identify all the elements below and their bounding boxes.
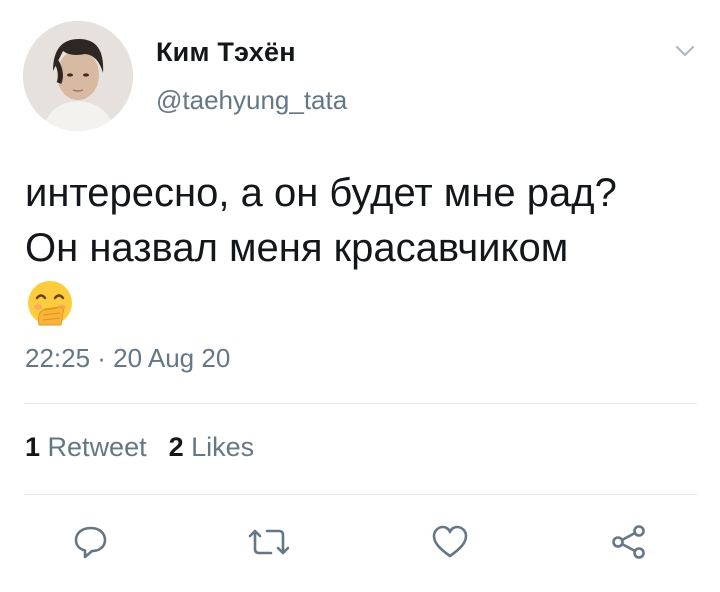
retweets-label: Retweet [47,432,147,462]
display-name[interactable]: Ким Тэхён [156,37,296,68]
likes-count: 2 [168,432,184,462]
tweet-stats: 1 Retweet 2 Likes [25,432,254,463]
likes-label: Likes [191,432,255,462]
tweet-card: Ким Тэхён @taehyung_tata интересно, а он… [0,0,720,592]
retweets-count: 1 [25,432,41,462]
share-icon [612,525,645,559]
like-icon [432,525,468,558]
tweet-text-line: интересно, а он будет мне рад? [25,171,617,215]
avatar[interactable] [23,21,133,131]
divider [25,494,697,495]
retweets-stat[interactable]: 1 Retweet [25,432,147,462]
likes-stat[interactable]: 2 Likes [169,432,255,462]
like-button[interactable] [428,520,472,564]
hand-over-mouth-emoji [25,279,75,329]
reply-button[interactable] [69,520,113,564]
retweet-button[interactable] [247,520,291,564]
share-button[interactable] [607,520,651,564]
tweet-text: интересно, а он будет мне рад? Он назвал… [25,166,705,276]
user-handle[interactable]: @taehyung_tata [156,85,347,116]
retweet-icon [248,529,290,555]
chevron-down-icon[interactable] [672,38,698,64]
reply-icon [74,526,107,559]
tweet-text-line: Он назвал меня красавчиком [25,226,569,270]
tweet-timestamp[interactable]: 22:25 · 20 Aug 20 [25,343,230,374]
divider [25,403,697,404]
